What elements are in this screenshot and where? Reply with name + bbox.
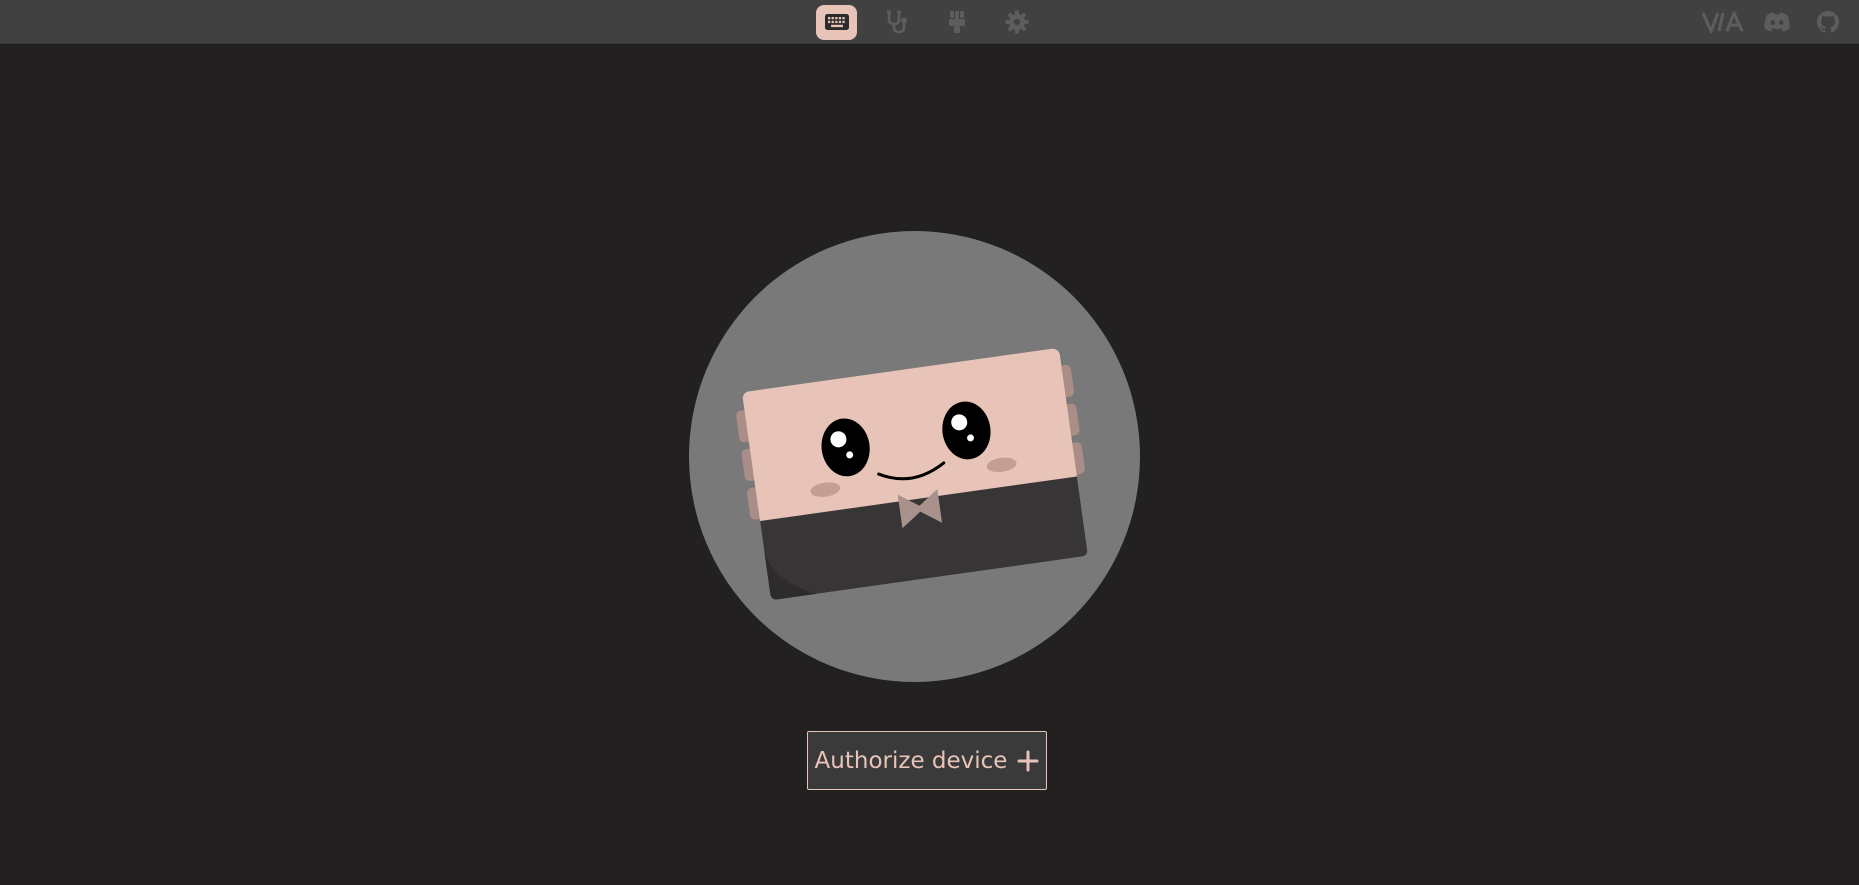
via-logo: [1701, 11, 1744, 33]
tab-settings[interactable]: [996, 5, 1037, 40]
brush-icon: [948, 11, 965, 33]
keyboard-mascot-illustration: [689, 231, 1140, 682]
top-navigation-bar: [0, 0, 1859, 44]
plus-icon: [1017, 750, 1039, 772]
tab-configure[interactable]: [816, 4, 857, 40]
via-logo-link[interactable]: [1695, 0, 1751, 44]
stethoscope-icon: [886, 10, 907, 34]
keyboard-icon: [824, 14, 849, 30]
discord-icon: [1764, 12, 1790, 32]
authorize-device-button[interactable]: Authorize device: [807, 731, 1047, 790]
github-icon: [1817, 11, 1839, 33]
external-links: [1695, 0, 1859, 44]
discord-link[interactable]: [1757, 0, 1797, 44]
nav-tabs: [816, 0, 1056, 44]
tab-design[interactable]: [936, 5, 977, 40]
tab-test[interactable]: [876, 5, 917, 40]
github-link[interactable]: [1812, 0, 1844, 44]
gear-icon: [1005, 10, 1028, 34]
authorize-device-label: Authorize device: [814, 747, 1008, 774]
